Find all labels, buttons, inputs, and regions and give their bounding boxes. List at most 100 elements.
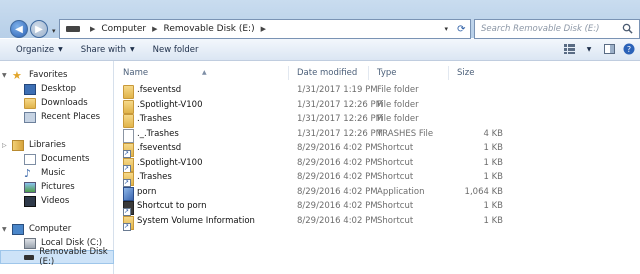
help-button[interactable]: ? xyxy=(622,42,636,56)
nav-computer[interactable]: ▼ Computer xyxy=(0,222,114,236)
file-type: File folder xyxy=(377,85,419,95)
address-dropdown-icon[interactable]: ▾ xyxy=(445,25,449,33)
collapse-triangle-icon[interactable]: ▼ xyxy=(2,72,9,79)
file-row[interactable]: .Trashes 8/29/2016 4:02 PMShortcut 1 KB xyxy=(115,170,640,187)
file-size: 1 KB xyxy=(483,157,503,168)
nav-favorites[interactable]: ▼ ★ Favorites xyxy=(0,68,114,82)
file-row[interactable]: .fseventsd 1/31/2017 1:19 PM File folder xyxy=(115,83,640,99)
nav-downloads[interactable]: Downloads xyxy=(0,96,114,110)
nav-music[interactable]: ♪ Music xyxy=(0,166,114,180)
back-button[interactable]: ◀ xyxy=(10,20,28,38)
file-row[interactable]: Shortcut to porn 8/29/2016 4:02 PMShortcu… xyxy=(115,199,640,216)
nav-removable-disk-label: Removable Disk (E:) xyxy=(39,247,108,267)
organize-label: Organize xyxy=(16,44,55,55)
view-options-dropdown[interactable]: ▼ xyxy=(582,42,596,56)
file-size: 1 KB xyxy=(483,143,503,153)
file-date-modified: 8/29/2016 4:02 PM xyxy=(297,186,378,197)
organize-button[interactable]: Organize ▼ xyxy=(0,45,72,55)
column-header-name[interactable]: Name ▲ xyxy=(115,66,289,80)
recent-pages-dropdown[interactable]: ▾ xyxy=(52,27,56,35)
file-list: Name ▲ Date modified Type Size .fsevents… xyxy=(115,61,640,274)
change-view-button[interactable] xyxy=(562,42,576,56)
file-size: 1 KB xyxy=(483,201,503,211)
nav-computer-label: Computer xyxy=(29,224,72,234)
nav-pictures-label: Pictures xyxy=(41,182,75,192)
nav-documents-label: Documents xyxy=(41,154,90,164)
breadcrumb-removable-disk[interactable]: Removable Disk (E:) xyxy=(164,24,255,34)
file-row[interactable]: .Spotlight-V100 8/29/2016 4:02 PMShortcut… xyxy=(115,156,640,173)
file-type: Shortcut xyxy=(377,143,414,153)
file-name: ._.Trashes xyxy=(137,128,179,139)
breadcrumb-computer[interactable]: Computer xyxy=(101,24,146,34)
file-name: Shortcut to porn xyxy=(137,201,207,211)
documents-icon xyxy=(24,153,36,165)
nav-videos[interactable]: Videos xyxy=(0,194,114,208)
file-size: 1,064 KB xyxy=(464,186,503,197)
help-icon: ? xyxy=(623,43,635,55)
column-type-label: Type xyxy=(377,68,397,78)
file-name: .fseventsd xyxy=(137,85,182,95)
forward-button[interactable]: ▶ xyxy=(30,20,48,38)
view-details-icon xyxy=(563,44,575,54)
file-row[interactable]: porn 8/29/2016 4:02 PM Application 1,064 KB xyxy=(115,185,640,201)
preview-pane-icon xyxy=(603,44,615,54)
share-with-label: Share with xyxy=(80,44,126,55)
column-date-label: Date modified xyxy=(297,68,358,78)
file-row[interactable]: ._.Trashes 1/31/2017 12:26 PM TRASHES File… xyxy=(115,127,640,143)
collapse-triangle-icon[interactable]: ▼ xyxy=(2,226,9,233)
file-name: .Spotlight-V100 xyxy=(137,99,203,110)
expand-triangle-icon[interactable]: ▷ xyxy=(2,142,9,149)
nav-favorites-label: Favorites xyxy=(29,70,68,80)
file-row[interactable]: .Trashes 1/31/2017 12:26 PM File folder xyxy=(115,112,640,128)
column-header-date[interactable]: Date modified xyxy=(289,66,369,80)
nav-recent-places[interactable]: Recent Places xyxy=(0,110,114,124)
file-row[interactable]: System Volume Information 8/29/2016 4:02 … xyxy=(115,214,640,231)
nav-documents[interactable]: Documents xyxy=(0,152,114,166)
chevron-down-icon: ▼ xyxy=(129,46,135,53)
pictures-icon xyxy=(24,181,36,193)
command-bar: Organize ▼ Share with ▼ New folder ▼ ? xyxy=(0,39,640,61)
file-size: 1 KB xyxy=(483,172,503,182)
nav-desktop[interactable]: Desktop xyxy=(0,82,114,96)
file-name: .fseventsd xyxy=(137,143,182,153)
chevron-right-icon[interactable]: ▶ xyxy=(261,25,266,33)
chevron-down-icon: ▼ xyxy=(586,45,592,53)
nav-removable-disk[interactable]: Removable Disk (E:) xyxy=(0,247,114,267)
refresh-icon[interactable]: ⟳ xyxy=(457,24,465,35)
column-header-type[interactable]: Type xyxy=(369,66,449,80)
file-type: Shortcut xyxy=(377,201,414,211)
file-row[interactable]: .fseventsd 8/29/2016 4:02 PMShortcut 1 KB xyxy=(115,141,640,158)
file-date-modified: 8/29/2016 4:02 PM xyxy=(297,143,378,153)
file-name: .Trashes xyxy=(137,172,172,182)
file-type: Application xyxy=(377,186,425,197)
desktop-icon xyxy=(24,83,36,95)
share-with-button[interactable]: Share with ▼ xyxy=(72,45,144,55)
back-arrow-icon: ◀ xyxy=(15,23,23,35)
drive-icon xyxy=(66,26,80,32)
chevron-right-icon[interactable]: ▶ xyxy=(90,25,95,33)
file-size xyxy=(457,98,503,112)
file-name: .Spotlight-V100 xyxy=(137,157,203,168)
address-bar[interactable]: ▶ Computer ▶ Removable Disk (E:) ▶ ▾ ⟳ xyxy=(59,19,471,39)
chevron-right-icon[interactable]: ▶ xyxy=(152,25,157,33)
file-size: 1 KB xyxy=(483,215,503,226)
videos-icon xyxy=(24,195,36,207)
nav-libraries[interactable]: ▷ Libraries xyxy=(0,138,114,152)
preview-pane-button[interactable] xyxy=(602,42,616,56)
file-date-modified: 1/31/2017 12:26 PM xyxy=(297,114,383,124)
file-name: .Trashes xyxy=(137,114,172,124)
search-input[interactable]: Search Removable Disk (E:) xyxy=(474,19,640,39)
new-folder-button[interactable]: New folder xyxy=(144,45,208,55)
star-icon: ★ xyxy=(12,68,22,82)
title-bar: ◀ ▶ ▾ ▶ Computer ▶ Removable Disk (E:) ▶… xyxy=(0,0,640,39)
file-name: porn xyxy=(137,186,157,197)
file-date-modified: 1/31/2017 12:26 PM xyxy=(297,128,383,139)
file-date-modified: 8/29/2016 4:02 PM xyxy=(297,215,378,226)
libraries-icon xyxy=(12,139,24,151)
music-icon: ♪ xyxy=(24,166,32,180)
file-row[interactable]: .Spotlight-V100 1/31/2017 12:26 PM File fo… xyxy=(115,98,640,114)
column-header-size[interactable]: Size xyxy=(449,66,505,80)
nav-pictures[interactable]: Pictures xyxy=(0,180,114,194)
recent-places-icon xyxy=(24,111,36,123)
file-date-modified: 8/29/2016 4:02 PM xyxy=(297,172,378,182)
